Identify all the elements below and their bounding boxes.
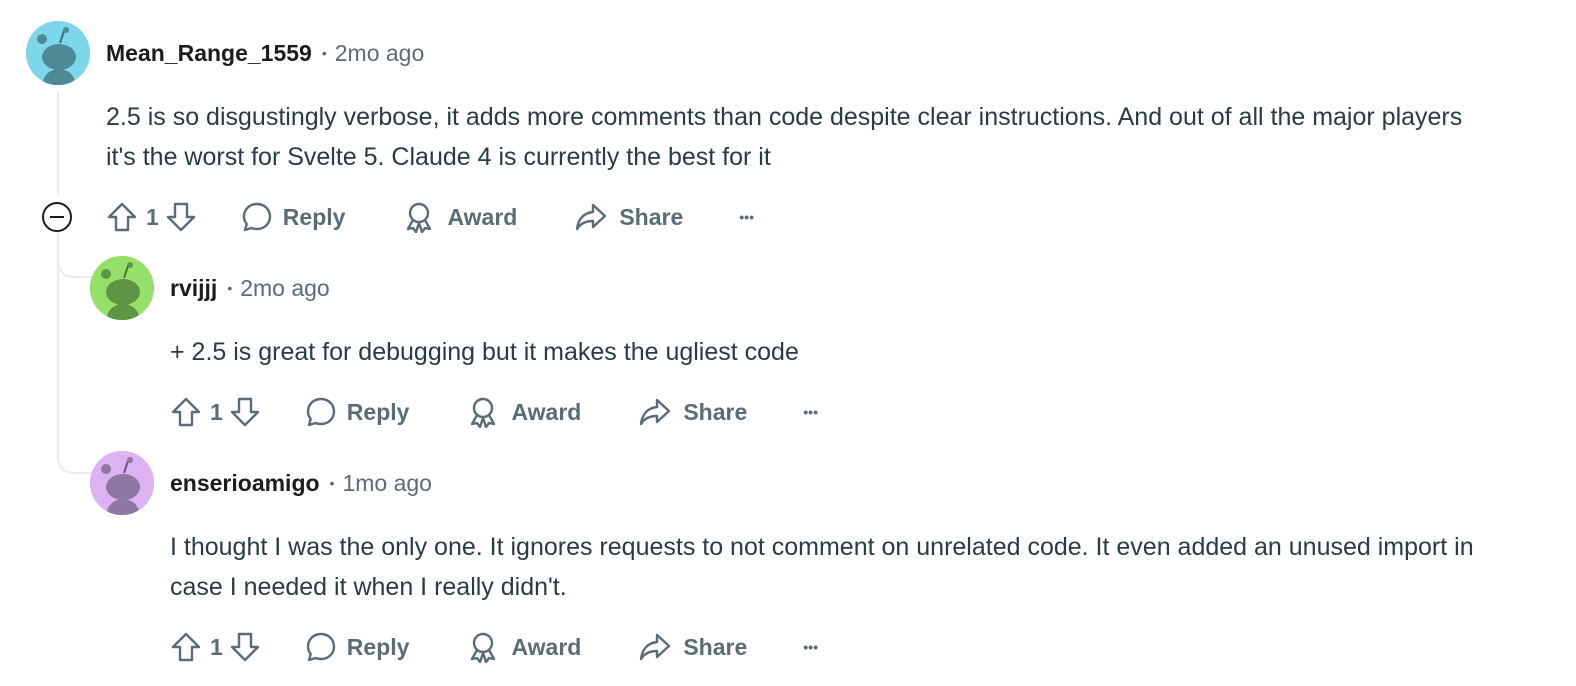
downvote-button[interactable] — [165, 201, 197, 233]
reply-label: Reply — [346, 633, 410, 660]
separator-dot: • — [321, 45, 327, 61]
downvote-button[interactable] — [229, 631, 261, 663]
upvote-icon — [171, 397, 201, 427]
separator-dot: • — [329, 475, 335, 491]
share-icon — [576, 203, 607, 231]
upvote-button[interactable] — [170, 396, 202, 428]
more-options-button[interactable]: ••• — [803, 404, 818, 420]
thread-connector — [57, 430, 92, 474]
share-button[interactable]: Share — [639, 631, 747, 663]
username[interactable]: Mean_Range_1559 — [106, 40, 312, 67]
share-icon — [640, 398, 671, 426]
username[interactable]: enserioamigo — [170, 470, 320, 497]
comment-body: 2.5 is so disgustingly verbose, it adds … — [106, 103, 1463, 171]
timestamp[interactable]: 2mo ago — [240, 275, 330, 302]
comment-actions: 1 Reply Award Share ••• — [170, 627, 818, 667]
comment-actions: 1 Reply Award Share ••• — [170, 392, 818, 432]
snoo-avatar-icon — [90, 256, 154, 320]
reply-icon — [306, 632, 335, 662]
reply-label: Reply — [346, 398, 410, 425]
avatar[interactable] — [90, 451, 154, 515]
award-icon — [471, 397, 496, 428]
share-button[interactable]: Share — [575, 201, 683, 233]
collapse-thread-button[interactable] — [42, 202, 72, 232]
comment-body: + 2.5 is great for debugging but it make… — [170, 338, 799, 366]
thread-line — [57, 92, 59, 195]
upvote-button[interactable] — [170, 631, 202, 663]
timestamp[interactable]: 1mo ago — [342, 470, 432, 497]
reply-icon — [242, 202, 271, 232]
share-button[interactable]: Share — [639, 396, 747, 428]
comment-body: I thought I was the only one. It ignores… — [170, 533, 1474, 601]
downvote-icon — [166, 202, 195, 232]
downvote-icon — [230, 397, 259, 427]
upvote-icon — [107, 202, 137, 232]
comment-meta: rvijjj • 2mo ago — [170, 273, 330, 303]
upvote-button[interactable] — [106, 201, 138, 233]
snoo-avatar-icon — [90, 451, 154, 515]
thread-connector — [57, 240, 92, 278]
comment-meta: Mean_Range_1559 • 2mo ago — [106, 38, 424, 68]
reply-button[interactable]: Reply — [241, 201, 346, 233]
award-label: Award — [511, 633, 582, 660]
comment-actions: 1 Reply Award Share ••• — [106, 197, 754, 237]
username[interactable]: rvijjj — [170, 275, 217, 302]
reply-label: Reply — [282, 203, 346, 230]
vote-count: 1 — [146, 203, 159, 230]
award-button[interactable]: Award — [403, 201, 517, 233]
downvote-button[interactable] — [229, 396, 261, 428]
more-options-icon: ••• — [739, 209, 754, 225]
comment-meta: enserioamigo • 1mo ago — [170, 468, 432, 498]
more-options-button[interactable]: ••• — [803, 639, 818, 655]
award-label: Award — [511, 398, 582, 425]
reply-button[interactable]: Reply — [305, 396, 410, 428]
award-icon — [471, 632, 496, 663]
avatar[interactable] — [90, 256, 154, 320]
reply-icon — [306, 397, 335, 427]
vote-count: 1 — [210, 633, 223, 660]
snoo-avatar-icon — [26, 21, 90, 85]
share-label: Share — [683, 633, 748, 660]
award-icon — [407, 202, 432, 233]
downvote-icon — [230, 632, 259, 662]
upvote-icon — [171, 632, 201, 662]
reply-button[interactable]: Reply — [305, 631, 410, 663]
more-options-icon: ••• — [803, 639, 818, 655]
award-label: Award — [447, 203, 518, 230]
minus-icon — [50, 216, 64, 218]
separator-dot: • — [227, 280, 233, 296]
more-options-button[interactable]: ••• — [739, 209, 754, 225]
vote-count: 1 — [210, 398, 223, 425]
award-button[interactable]: Award — [467, 631, 581, 663]
timestamp[interactable]: 2mo ago — [335, 40, 425, 67]
share-icon — [640, 633, 671, 661]
share-label: Share — [619, 203, 684, 230]
avatar[interactable] — [26, 21, 90, 85]
share-label: Share — [683, 398, 748, 425]
more-options-icon: ••• — [803, 404, 818, 420]
award-button[interactable]: Award — [467, 396, 581, 428]
